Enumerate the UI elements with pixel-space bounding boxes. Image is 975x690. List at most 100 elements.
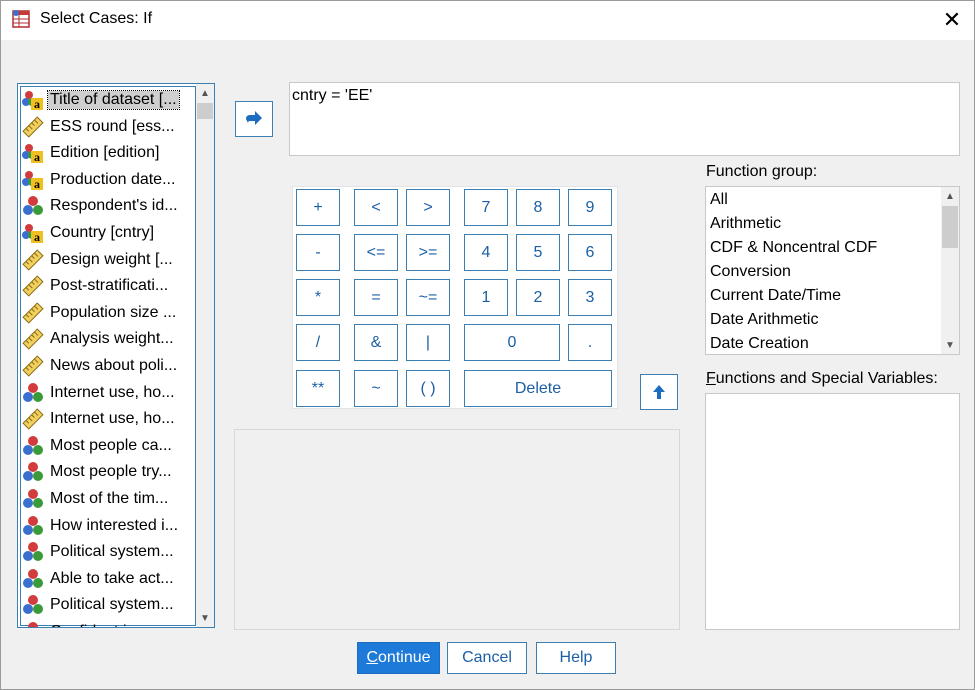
variable-label: Most people try... bbox=[50, 463, 172, 481]
variable-list-item[interactable]: a Production date... bbox=[22, 167, 194, 193]
key-delete[interactable]: Delete bbox=[464, 370, 612, 407]
svg-text:a: a bbox=[34, 230, 40, 244]
nominal-icon bbox=[22, 435, 44, 457]
key-5[interactable]: 5 bbox=[516, 234, 560, 271]
variable-list-item[interactable]: Internet use, ho... bbox=[22, 406, 194, 432]
key-6[interactable]: 6 bbox=[568, 234, 612, 271]
variable-label: News about poli... bbox=[50, 357, 178, 374]
variable-label: Confident in... bbox=[48, 623, 151, 627]
variable-list-item[interactable]: ESS round [ess... bbox=[22, 114, 194, 140]
key-0[interactable]: 0 bbox=[464, 324, 560, 361]
key-4[interactable]: 4 bbox=[464, 234, 508, 271]
key-decimal[interactable]: . bbox=[568, 324, 612, 361]
help-button[interactable]: Help bbox=[536, 642, 616, 674]
nominal-icon bbox=[22, 621, 44, 627]
variable-list-scrollbar[interactable]: ▲ ▼ bbox=[196, 84, 214, 627]
nominal-icon bbox=[22, 461, 44, 483]
variable-label: Internet use, ho... bbox=[50, 410, 175, 428]
key-not-equal[interactable]: ~= bbox=[406, 279, 450, 316]
scale-icon bbox=[22, 248, 44, 271]
key-9[interactable]: 9 bbox=[568, 189, 612, 226]
variable-list-item[interactable]: Political system... bbox=[22, 592, 194, 618]
key-greater-equal[interactable]: >= bbox=[406, 234, 450, 271]
variable-list-item[interactable]: Population size ... bbox=[22, 300, 194, 326]
function-group-item[interactable]: Date Arithmetic bbox=[710, 308, 818, 332]
scroll-thumb[interactable] bbox=[197, 103, 213, 119]
key-and[interactable]: & bbox=[354, 324, 398, 361]
variable-list-item[interactable]: Able to take act... bbox=[22, 566, 194, 592]
scroll-down-icon[interactable]: ▼ bbox=[941, 336, 959, 354]
scroll-down-icon[interactable]: ▼ bbox=[196, 609, 214, 627]
variable-list[interactable]: a Title of dataset [... ESS round [ess... a… bbox=[17, 83, 215, 628]
key-1[interactable]: 1 bbox=[464, 279, 508, 316]
function-group-item[interactable]: Arithmetic bbox=[710, 212, 781, 236]
variable-list-item[interactable]: How interested i... bbox=[22, 513, 194, 539]
expression-text: cntry = 'EE' bbox=[292, 87, 373, 104]
key-minus[interactable]: - bbox=[296, 234, 340, 271]
key-less-equal[interactable]: <= bbox=[354, 234, 398, 271]
variable-list-item[interactable]: a Title of dataset [... bbox=[22, 87, 194, 113]
key-3[interactable]: 3 bbox=[568, 279, 612, 316]
key-multiply[interactable]: * bbox=[296, 279, 340, 316]
key-or[interactable]: | bbox=[406, 324, 450, 361]
key-parentheses[interactable]: ( ) bbox=[406, 370, 450, 407]
expression-textarea[interactable]: cntry = 'EE' bbox=[289, 82, 960, 156]
arrow-right-icon bbox=[246, 111, 262, 125]
svg-text:a: a bbox=[34, 150, 40, 164]
function-group-scrollbar[interactable]: ▲ ▼ bbox=[941, 187, 959, 354]
variable-label: Able to take act... bbox=[50, 569, 174, 587]
window-title: Select Cases: If bbox=[40, 10, 153, 27]
variable-list-item[interactable]: Political system... bbox=[22, 539, 194, 565]
scroll-up-icon[interactable]: ▲ bbox=[196, 84, 214, 102]
scale-icon bbox=[22, 115, 44, 138]
key-2[interactable]: 2 bbox=[516, 279, 560, 316]
variable-list-item[interactable]: a Country [cntry] bbox=[22, 220, 194, 246]
key-plus[interactable]: + bbox=[296, 189, 340, 226]
cancel-button[interactable]: Cancel bbox=[447, 642, 527, 674]
move-function-button[interactable] bbox=[640, 374, 678, 410]
close-button[interactable]: ✕ bbox=[929, 0, 975, 40]
key-7[interactable]: 7 bbox=[464, 189, 508, 226]
key-equals[interactable]: = bbox=[354, 279, 398, 316]
variable-list-item[interactable]: Confident in... bbox=[22, 619, 194, 627]
scroll-up-icon[interactable]: ▲ bbox=[941, 187, 959, 205]
continue-button[interactable]: Continue bbox=[357, 642, 440, 674]
key-power[interactable]: ** bbox=[296, 370, 340, 407]
key-greater-than[interactable]: > bbox=[406, 189, 450, 226]
scroll-thumb[interactable] bbox=[942, 206, 958, 248]
variable-list-item[interactable]: Respondent's id... bbox=[22, 193, 194, 219]
variable-list-item[interactable]: Most of the tim... bbox=[22, 486, 194, 512]
variable-list-item[interactable]: Post-stratificati... bbox=[22, 273, 194, 299]
variable-list-item[interactable]: News about poli... bbox=[22, 353, 194, 379]
scale-icon bbox=[22, 355, 44, 377]
function-group-list[interactable]: All Arithmetic CDF & Noncentral CDF Convers… bbox=[705, 186, 960, 355]
variable-label: Analysis weight... bbox=[50, 330, 174, 348]
move-to-expression-button[interactable] bbox=[235, 101, 273, 137]
nominal-icon bbox=[22, 541, 44, 563]
variable-label: ESS round [ess... bbox=[50, 117, 175, 135]
variable-list-item[interactable]: Most people try... bbox=[22, 459, 194, 485]
key-not[interactable]: ~ bbox=[354, 370, 398, 407]
function-group-item[interactable]: Current Date/Time bbox=[710, 284, 841, 308]
nominal-string-icon: a bbox=[22, 169, 44, 191]
nominal-icon bbox=[22, 568, 44, 590]
nominal-icon bbox=[22, 594, 44, 616]
variable-list-item[interactable]: Design weight [... bbox=[22, 247, 194, 273]
variable-list-item[interactable]: a Edition [edition] bbox=[22, 140, 194, 166]
key-less-than[interactable]: < bbox=[354, 189, 398, 226]
function-group-item[interactable]: Conversion bbox=[710, 260, 791, 284]
variable-list-item[interactable]: Analysis weight... bbox=[22, 326, 194, 352]
variable-label: Design weight [... bbox=[50, 250, 173, 268]
nominal-string-icon: a bbox=[22, 142, 44, 164]
title-bar: Select Cases: If ✕ bbox=[0, 0, 975, 40]
function-group-item[interactable]: All bbox=[710, 188, 728, 212]
key-8[interactable]: 8 bbox=[516, 189, 560, 226]
variable-list-item[interactable]: Internet use, ho... bbox=[22, 380, 194, 406]
functions-special-variables-list[interactable] bbox=[705, 393, 960, 630]
key-divide[interactable]: / bbox=[296, 324, 340, 361]
function-group-item[interactable]: Date Creation bbox=[710, 332, 809, 354]
variable-list-item[interactable]: Most people ca... bbox=[22, 433, 194, 459]
scale-icon bbox=[22, 275, 44, 297]
function-group-item[interactable]: CDF & Noncentral CDF bbox=[710, 236, 877, 260]
nominal-string-icon: a bbox=[22, 222, 44, 244]
